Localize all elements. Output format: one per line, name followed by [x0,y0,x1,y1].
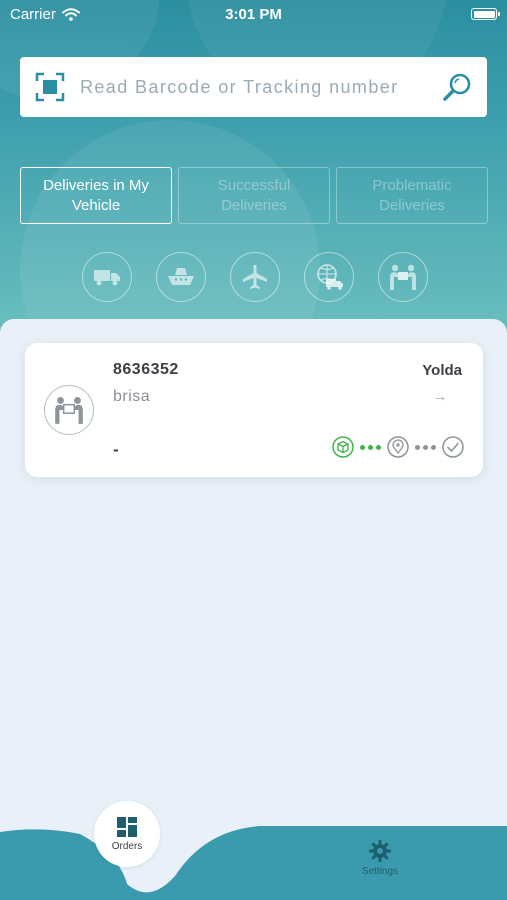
progress-dots-complete [360,444,381,450]
orders-label: Orders [111,840,143,852]
status-time: 3:01 PM [225,6,282,23]
package-icon [332,436,354,458]
hand-delivery-icon [55,397,83,424]
company-name: Yolda [422,362,462,379]
tab-successful-deliveries[interactable]: Successful Deliveries [178,167,330,224]
tab-label: Successful Deliveries [217,176,291,214]
search-bar [20,57,487,117]
settings-label: Settings [361,866,399,877]
bottom-tab-bar: Orders Settings [0,801,507,900]
location-pin-icon [387,436,409,458]
hand-delivery-icon [390,264,416,290]
filter-ship-button[interactable] [156,252,206,302]
tab-orders[interactable]: Orders [94,801,160,881]
delivery-card[interactable]: 8636352 brisa - Yolda → [25,343,483,477]
truck-icon [94,270,120,286]
tab-deliveries-in-vehicle[interactable]: Deliveries in My Vehicle [20,167,172,224]
filter-global-delivery-button[interactable] [304,252,354,302]
delivery-tabs: Deliveries in My Vehicle Successful Deli… [20,167,488,224]
delivery-progress [332,436,464,458]
status-bar: Carrier 3:01 PM [0,0,507,30]
ship-icon [168,268,194,285]
check-icon [442,436,464,458]
delivery-address: - [113,440,119,459]
gear-icon [369,840,391,862]
global-delivery-icon [317,264,343,290]
order-number: 8636352 [113,361,179,378]
airplane-icon [243,265,267,289]
arrow-right-icon: → [433,388,447,404]
filter-hand-delivery-button[interactable] [378,252,428,302]
progress-dots-pending [415,444,436,450]
orders-grid-icon [117,816,137,837]
search-input[interactable] [80,57,442,117]
barcode-scan-icon[interactable] [35,72,65,102]
tab-label: Deliveries in My Vehicle [43,176,149,214]
tab-problematic-deliveries[interactable]: Problematic Deliveries [336,167,488,224]
delivery-type-avatar [44,385,94,435]
filter-truck-button[interactable] [82,252,132,302]
filter-airplane-button[interactable] [230,252,280,302]
search-icon[interactable] [442,72,472,102]
battery-icon [471,8,500,20]
tab-settings[interactable]: Settings [358,840,402,877]
transport-filters [82,252,428,302]
tab-label: Problematic Deliveries [372,176,452,214]
customer-name: brisa [113,388,151,405]
